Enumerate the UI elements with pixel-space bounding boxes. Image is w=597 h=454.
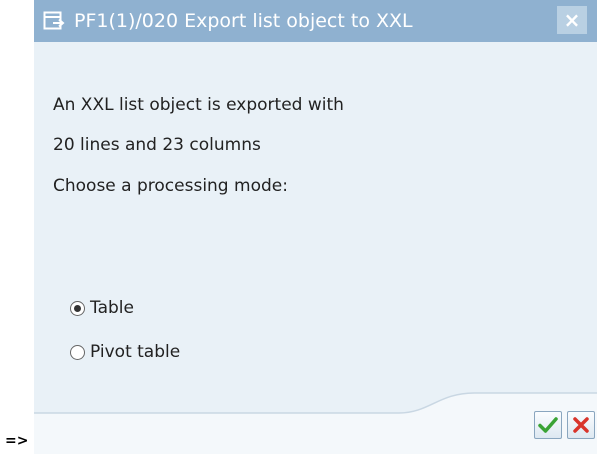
message-line-3: Choose a processing mode: (53, 176, 288, 196)
option-table[interactable]: Table (70, 296, 134, 320)
radio-pivot-table[interactable] (70, 344, 85, 360)
radio-table[interactable] (70, 300, 85, 316)
red-x-icon (573, 417, 589, 433)
screen: => PF1(1)/020 Export list object to XXL … (0, 0, 597, 454)
cancel-button[interactable] (567, 411, 595, 439)
footer-divider (34, 392, 597, 454)
close-button[interactable]: × (557, 6, 587, 34)
dialog-footer (34, 387, 597, 454)
option-pivot-table[interactable]: Pivot table (70, 340, 180, 364)
message-line-2: 20 lines and 23 columns (53, 135, 261, 155)
export-dialog: PF1(1)/020 Export list object to XXL × A… (34, 0, 597, 454)
dialog-title: PF1(1)/020 Export list object to XXL (74, 10, 413, 32)
dialog-titlebar: PF1(1)/020 Export list object to XXL × (34, 0, 597, 42)
option-pivot-table-label: Pivot table (90, 342, 181, 362)
green-check-icon (538, 417, 558, 433)
close-icon: × (563, 8, 581, 32)
dialog-window-icon (43, 11, 65, 30)
option-table-label: Table (90, 298, 134, 318)
prompt-prefix: => (5, 433, 29, 449)
ok-button[interactable] (534, 411, 562, 439)
message-line-1: An XXL list object is exported with (53, 95, 344, 115)
